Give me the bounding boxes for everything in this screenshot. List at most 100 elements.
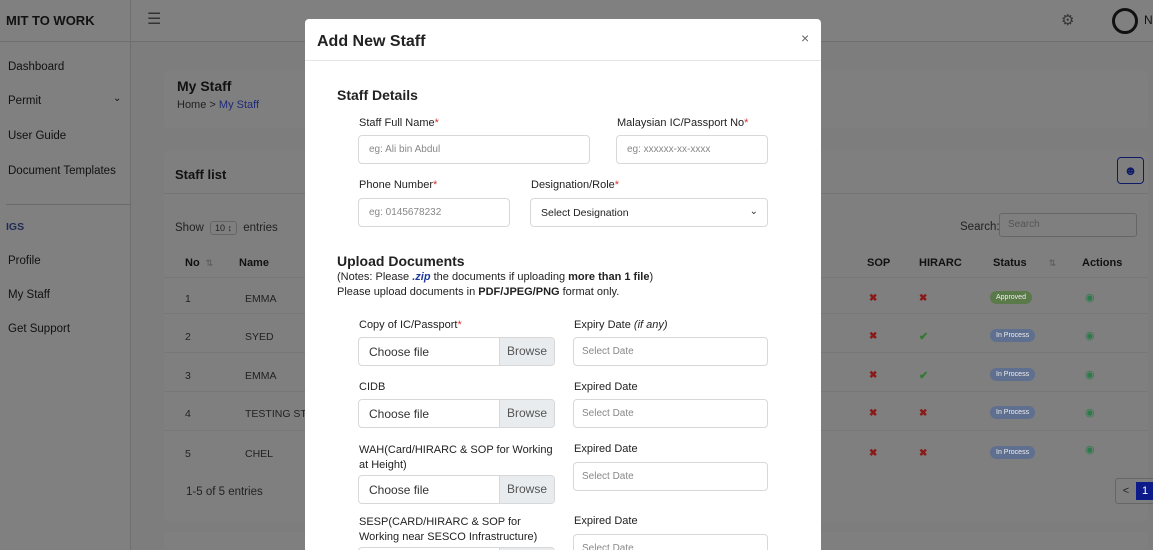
prev-page-button[interactable]: < [1116,479,1136,503]
sidebar-item-get-support[interactable]: Get Support [8,323,70,335]
column-header-status[interactable]: Status ⇅ [993,257,1056,269]
row-no: 5 [185,448,191,460]
show-entries: Show 10 ↕ entries [175,221,278,235]
sidebar-item-dashboard[interactable]: Dashboard [8,61,64,73]
entries-info: 1-5 of 5 entries [186,486,263,498]
row-no: 2 [185,331,191,343]
view-eye-icon[interactable]: ◉ [1085,368,1095,381]
close-icon[interactable]: × [801,30,809,46]
staff-details-title: Staff Details [337,87,418,103]
sidebar: MIT TO WORK Dashboard Permit ⌄ User Guid… [0,0,131,550]
choose-file-label[interactable]: Choose file [359,400,499,427]
row-no: 1 [185,293,191,305]
doc-cidb-label: CIDB [359,381,386,393]
breadcrumb: Home > My Staff [177,99,259,111]
doc-sesp-expiry-input[interactable]: Select Date [573,534,768,550]
search-label: Search: [960,221,1000,233]
status-badge: In Process [990,329,1036,342]
hirarc-missing-icon: ✖ [919,448,928,459]
designation-select[interactable]: Select Designation ⌄ [530,198,768,227]
user-name[interactable]: N [1144,13,1153,27]
browse-button[interactable]: Browse [499,338,554,365]
view-eye-icon[interactable]: ◉ [1085,291,1095,304]
doc-sesp-label: SESP(CARD/HIRARC & SOP for Working near … [359,516,538,543]
add-user-icon: ☻ [1123,163,1138,178]
row-name: SYED [245,331,274,343]
page-title: My Staff [177,78,232,94]
choose-file-label[interactable]: Choose file [359,338,499,365]
breadcrumb-home[interactable]: Home [177,99,206,111]
column-header-sop[interactable]: SOP [867,257,890,269]
status-badge: In Process [990,406,1036,419]
doc-ic-expiry-input[interactable]: Select Date [573,337,768,366]
hirarc-check-icon: ✔ [919,331,929,343]
chevron-down-icon: ⌄ [749,206,758,217]
view-eye-icon[interactable]: ◉ [1085,329,1095,342]
doc-wah-file-input[interactable]: Choose file Browse [358,475,555,504]
brand-logo[interactable]: MIT TO WORK [0,0,130,42]
sidebar-item-my-staff[interactable]: My Staff [8,289,50,301]
sidebar-item-document-templates[interactable]: Document Templates [8,165,116,177]
show-label: Show [175,222,204,234]
row-no: 4 [185,408,191,420]
row-no: 3 [185,370,191,382]
user-avatar-icon[interactable] [1112,8,1138,34]
sidebar-item-user-guide[interactable]: User Guide [8,130,66,142]
doc-sesp-expiry-label: Expired Date [574,515,638,527]
chevron-down-icon[interactable]: ⌄ [113,93,121,104]
doc-ic-expiry-label: Expiry Date (if any) [574,319,668,331]
row-name: EMMA [245,293,277,305]
sidebar-divider [6,204,130,205]
modal-title: Add New Staff [317,33,426,50]
column-header-hirarc[interactable]: HIRARC [919,257,962,269]
sop-missing-icon: ✖ [869,370,878,381]
status-badge: In Process [990,368,1036,381]
pagination: < 1 > [1115,478,1153,504]
doc-wah-label: WAH(Card/HIRARC & SOP for Working at Hei… [359,444,553,471]
doc-cidb-expiry-input[interactable]: Select Date [573,399,768,428]
ic-passport-label: Malaysian IC/Passport No* [617,117,749,129]
sidebar-item-permit[interactable]: Permit [8,95,41,107]
row-name: CHEL [245,448,274,460]
doc-ic-file-input[interactable]: Choose file Browse [358,337,555,366]
hirarc-missing-icon: ✖ [919,293,928,304]
upload-documents-title: Upload Documents [337,253,465,269]
page-button-1[interactable]: 1 [1136,482,1153,500]
upload-note: (Notes: Please .zip the documents if upl… [337,271,654,298]
view-eye-icon[interactable]: ◉ [1085,406,1095,419]
column-header-actions: Actions [1082,257,1123,269]
staff-list-title: Staff list [175,167,227,182]
sop-missing-icon: ✖ [869,408,878,419]
column-header-name[interactable]: Name [239,257,269,269]
doc-wah-expiry-input[interactable]: Select Date [573,462,768,491]
status-badge: In Process [990,446,1036,459]
status-badge: Approved [990,291,1032,304]
column-header-no[interactable]: No ⇅ [185,257,213,269]
gear-icon[interactable]: ⚙ [1061,11,1074,29]
sop-missing-icon: ✖ [869,293,878,304]
doc-wah-expiry-label: Expired Date [574,443,638,455]
doc-cidb-expiry-label: Expired Date [574,381,638,393]
ic-passport-input[interactable]: eg: xxxxxx-xx-xxxx [616,135,768,164]
view-eye-icon[interactable]: ◉ [1085,443,1095,456]
entries-select[interactable]: 10 ↕ [209,221,237,235]
add-staff-modal: Add New Staff × Staff Details Staff Full… [305,19,821,550]
browse-button[interactable]: Browse [499,476,554,503]
row-name: TESTING STA [245,408,314,420]
add-staff-button[interactable]: ☻ [1117,157,1144,184]
breadcrumb-current: My Staff [218,99,260,111]
browse-button[interactable]: Browse [499,400,554,427]
designation-label: Designation/Role* [531,179,620,191]
doc-cidb-file-input[interactable]: Choose file Browse [358,399,555,428]
sop-missing-icon: ✖ [869,331,878,342]
choose-file-label[interactable]: Choose file [359,476,499,503]
search-input[interactable]: Search [999,213,1137,237]
full-name-label: Staff Full Name* [359,117,439,129]
entries-label: entries [243,222,278,234]
sidebar-item-profile[interactable]: Profile [8,255,41,267]
hirarc-check-icon: ✔ [919,370,929,382]
full-name-input[interactable]: eg: Ali bin Abdul [358,135,590,164]
phone-input[interactable]: eg: 0145678232 [358,198,510,227]
hamburger-menu-icon[interactable]: ☰ [147,9,161,29]
hirarc-missing-icon: ✖ [919,408,928,419]
